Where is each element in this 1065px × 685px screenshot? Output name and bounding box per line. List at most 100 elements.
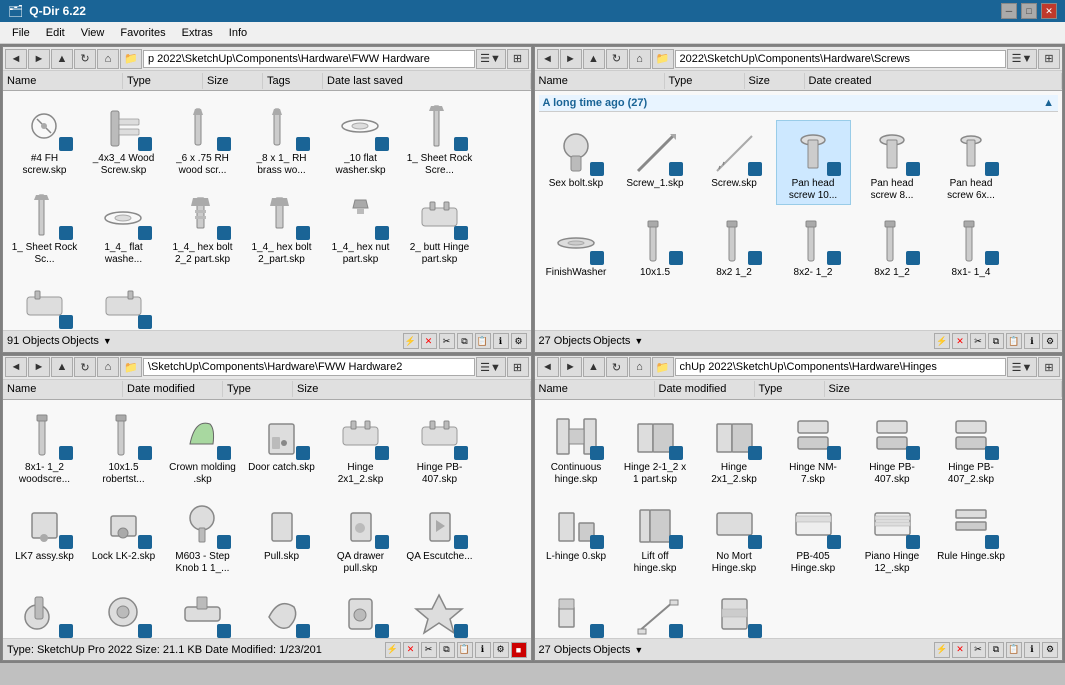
pane4-copy-btn[interactable]: ⧉ [988,642,1004,658]
pane4-refresh-btn[interactable]: ↻ [606,357,628,377]
pane2-gear-btn[interactable]: ⚙ [1042,333,1058,349]
pane3-info-btn[interactable]: ℹ [475,642,491,658]
file-item[interactable]: 10x1.5 [618,209,693,282]
pane2-info-btn[interactable]: ℹ [1024,333,1040,349]
file-item[interactable]: Hinge 2-1_2 x 1 part.skp [618,404,693,489]
menu-favorites[interactable]: Favorites [112,25,173,41]
file-item[interactable]: 2-1_2_ Butt Hinge Par... [86,273,161,330]
pane4-col-type[interactable]: Type [755,381,825,397]
file-item[interactable]: #4 FH screw.skp [7,95,82,180]
close-button[interactable]: ✕ [1041,3,1057,19]
pane3-up-btn[interactable]: ▲ [51,357,73,377]
file-item[interactable]: Pull.skp [244,493,319,578]
pane4-home-btn[interactable]: ⌂ [629,357,651,377]
pane1-size-btn[interactable]: ⊞ [507,49,529,69]
file-item[interactable]: Hinge 2x1_2.skp [697,404,772,489]
file-item[interactable]: Piano Hinge 12_.skp [855,493,930,578]
file-item[interactable]: Hinge NM-7.skp [776,404,851,489]
file-item[interactable]: LK7 assy.skp [7,493,82,578]
file-item[interactable]: Hinge PB-407.skp [855,404,930,489]
pane4-path-bar[interactable]: chUp 2022\SketchUp\Components\Hardware\H… [675,358,1007,376]
pane3-refresh-btn[interactable]: ↻ [74,357,96,377]
pane2-back-btn[interactable]: ◄ [537,49,559,69]
file-item[interactable]: 1_4_ hex bolt 2_2 part.skp [165,184,240,269]
pane2-col-name[interactable]: Name [535,73,665,89]
menu-view[interactable]: View [73,25,113,41]
pane1-back-btn[interactable]: ◄ [5,49,27,69]
file-item[interactable]: Pan head screw 8... [855,120,930,205]
file-item[interactable]: Hinge 2x1_2.skp [323,404,398,489]
pane2-cut-btn[interactable]: ✂ [970,333,986,349]
file-item[interactable]: Pan head screw 10... [776,120,851,205]
pane2-lightning-btn[interactable]: ⚡ [934,333,950,349]
pane4-dropdown[interactable]: ▼ [634,645,643,655]
file-item[interactable]: 1_4_ hex bolt 2_part.skp [244,184,319,269]
pane4-up-btn[interactable]: ▲ [583,357,605,377]
pane1-cut-btn[interactable]: ✂ [439,333,455,349]
file-item[interactable]: Rule Hinge.skp [934,493,1009,578]
file-item[interactable]: FinishWasher [539,209,614,282]
pane2-paste-btn[interactable]: 📋 [1006,333,1022,349]
pane1-paste-btn[interactable]: 📋 [475,333,491,349]
pane4-size-btn[interactable]: ⊞ [1038,357,1060,377]
file-item[interactable]: Lock LK-2.skp [86,493,161,578]
pane3-folder-btn[interactable]: 📁 [120,357,142,377]
pane4-gear-btn[interactable]: ⚙ [1042,642,1058,658]
pane2-folder-btn[interactable]: 📁 [652,49,674,69]
menu-file[interactable]: File [4,25,38,41]
pane1-folder-btn[interactable]: 📁 [120,49,142,69]
pane2-forward-btn[interactable]: ► [560,49,582,69]
file-item[interactable]: 8x2 1_2 [855,209,930,282]
pane1-col-name[interactable]: Name [3,73,123,89]
pane2-col-size[interactable]: Size [745,73,805,89]
pane1-col-size[interactable]: Size [203,73,263,89]
file-item[interactable]: Straight Pivot Hinge.skp [618,582,693,639]
pane3-red-btn[interactable]: ■ [511,642,527,658]
pane2-group-header[interactable]: A long time ago (27) ▲ [539,95,1059,112]
menu-info[interactable]: Info [221,25,255,41]
file-item[interactable]: Screw.skp [697,120,772,205]
pane4-paste-btn[interactable]: 📋 [1006,642,1022,658]
pane2-home-btn[interactable]: ⌂ [629,49,651,69]
menu-extras[interactable]: Extras [174,25,221,41]
file-item[interactable]: Vertex Narrow ... [697,582,772,639]
pane4-forward-btn[interactable]: ► [560,357,582,377]
file-item[interactable]: Door catch.skp [244,404,319,489]
file-item[interactable]: Hinge PB-407_2.skp [934,404,1009,489]
pane4-col-size[interactable]: Size [825,381,1063,397]
pane2-col-date[interactable]: Date created [805,73,1063,89]
file-item[interactable]: PB-405 Hinge.skp [776,493,851,578]
pane4-folder-btn[interactable]: 📁 [652,357,674,377]
pane1-view-btn[interactable]: ☰▼ [476,49,506,69]
file-item[interactable]: Continuous hinge.skp [539,404,614,489]
file-item[interactable]: 1_ Sheet Rock Sc... [7,184,82,269]
file-item[interactable]: 1_ Sheet Rock Scre... [402,95,477,180]
pane3-lightning-btn[interactable]: ⚡ [385,642,401,658]
pane1-up-btn[interactable]: ▲ [51,49,73,69]
pane3-col-size[interactable]: Size [293,381,531,397]
pane4-col-date[interactable]: Date modified [655,381,755,397]
minimize-button[interactable]: ─ [1001,3,1017,19]
pane3-gear-btn[interactable]: ⚙ [493,642,509,658]
pane2-up-btn[interactable]: ▲ [583,49,605,69]
pane4-col-name[interactable]: Name [535,381,655,397]
pane4-lightning-btn[interactable]: ⚡ [934,642,950,658]
pane3-col-type[interactable]: Type [223,381,293,397]
file-item[interactable]: 2_ butt Hinge part.skp [402,184,477,269]
pane3-col-date[interactable]: Date modified [123,381,223,397]
pane2-x-btn[interactable]: ✕ [952,333,968,349]
file-item[interactable]: _10 flat washer.skp [323,95,398,180]
file-item[interactable]: _6 x .75 RH wood scr... [165,95,240,180]
pane1-lightning-btn[interactable]: ⚡ [403,333,419,349]
pane3-col-name[interactable]: Name [3,381,123,397]
file-item[interactable]: Pan head screw 6x... [934,120,1009,205]
pane4-x-btn[interactable]: ✕ [952,642,968,658]
pane2-col-type[interactable]: Type [665,73,745,89]
file-item[interactable]: Crown molding .skp [165,404,240,489]
file-item[interactable]: _4x3_4 Wood Screw.skp [86,95,161,180]
pane3-copy-btn[interactable]: ⧉ [439,642,455,658]
pane1-gear-btn[interactable]: ⚙ [511,333,527,349]
pane3-size-btn[interactable]: ⊞ [507,357,529,377]
file-item[interactable]: Lift off hinge.skp [618,493,693,578]
pane2-refresh-btn[interactable]: ↻ [606,49,628,69]
